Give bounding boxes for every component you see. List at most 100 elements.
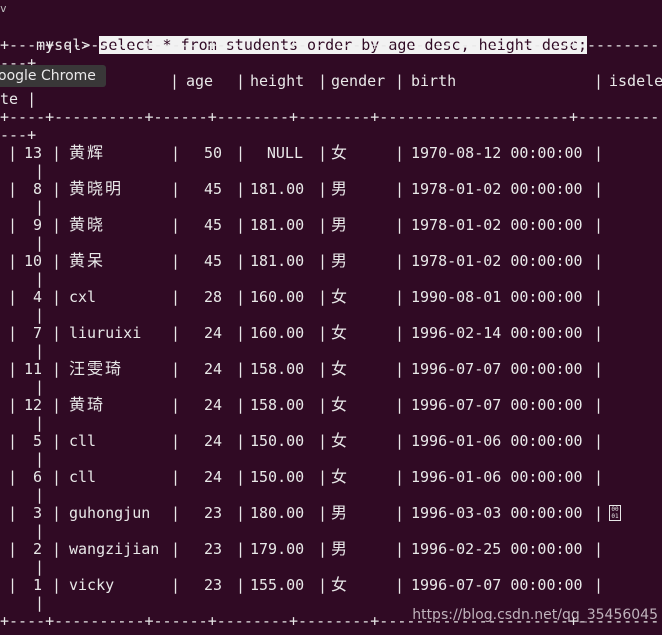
table-pipe: | xyxy=(395,540,405,558)
cell-name: guhongjun xyxy=(69,504,151,522)
cell-height: 155.00 xyxy=(250,576,305,594)
terminal-window[interactable]: v mysql> select * from students order by… xyxy=(0,0,662,635)
table-pipe-wrap: | xyxy=(35,594,45,612)
table-pipe: | xyxy=(8,468,18,486)
table-pipe: | xyxy=(594,432,604,450)
table-pipe-wrap: | xyxy=(35,234,45,252)
cell-height: 150.00 xyxy=(250,468,305,486)
cell-id: 12 xyxy=(23,396,42,414)
cell-birth: 1978-01-02 00:00:00 xyxy=(411,216,583,234)
table-pipe: | xyxy=(170,72,180,90)
table-pipe: | xyxy=(395,432,405,450)
cell-age: 24 xyxy=(203,360,222,378)
table-pipe: | xyxy=(594,468,604,486)
cell-gender: 女 xyxy=(331,467,350,486)
cell-gender: 男 xyxy=(331,539,350,558)
cell-gender: 女 xyxy=(331,575,350,594)
table-pipe: | xyxy=(171,324,181,342)
cell-age: 24 xyxy=(203,396,222,414)
cell-height: 181.00 xyxy=(250,216,305,234)
table-pipe: | xyxy=(236,180,246,198)
prompt-line: mysql> select * from students order by a… xyxy=(0,18,588,54)
table-pipe: | xyxy=(395,324,405,342)
cell-id: 5 xyxy=(32,432,42,450)
table-pipe: | xyxy=(8,288,18,306)
cell-birth: 1996-07-07 00:00:00 xyxy=(411,576,583,594)
table-pipe: | xyxy=(395,180,405,198)
cell-id: 7 xyxy=(32,324,42,342)
table-pipe: | xyxy=(236,144,246,162)
table-pipe: | xyxy=(52,468,62,486)
table-pipe: | xyxy=(395,288,405,306)
cell-name: 汪雯琦 xyxy=(69,359,124,378)
table-pipe: | xyxy=(236,576,246,594)
table-pipe: | xyxy=(594,288,604,306)
table-pipe: | xyxy=(318,468,328,486)
cell-name: wangzijian xyxy=(69,540,160,558)
table-pipe: | xyxy=(171,576,181,594)
table-pipe: | xyxy=(395,396,405,414)
table-pipe: | xyxy=(8,252,18,270)
table-pipe-wrap: | xyxy=(35,270,45,288)
table-pipe: | xyxy=(594,252,604,270)
cell-birth: 1996-07-07 00:00:00 xyxy=(411,396,583,414)
table-pipe: | xyxy=(318,324,328,342)
cell-birth: 1996-02-14 00:00:00 xyxy=(411,324,583,342)
cell-age: 45 xyxy=(203,252,222,270)
cell-name: 黄琦 xyxy=(69,395,106,414)
table-pipe: | xyxy=(318,432,328,450)
cell-id: 9 xyxy=(32,216,42,234)
cell-gender: 男 xyxy=(331,503,350,522)
table-pipe: | xyxy=(52,252,62,270)
cell-id: 8 xyxy=(32,180,42,198)
cell-age: 23 xyxy=(203,540,222,558)
table-pipe: | xyxy=(395,504,405,522)
cell-name: 黄呆 xyxy=(69,251,106,270)
table-pipe: | xyxy=(594,72,604,90)
cell-id: 11 xyxy=(23,360,42,378)
edge-mark: v xyxy=(0,2,7,15)
table-pipe: | xyxy=(171,288,181,306)
table-pipe: | xyxy=(395,216,405,234)
table-pipe: | xyxy=(594,540,604,558)
table-pipe: | xyxy=(171,252,181,270)
table-pipe-wrap: | xyxy=(35,414,45,432)
table-pipe: | xyxy=(52,360,62,378)
table-pipe: | xyxy=(594,180,604,198)
table-pipe-wrap: | xyxy=(35,342,45,360)
cell-gender: 女 xyxy=(331,323,350,342)
table-pipe: | xyxy=(395,144,405,162)
table-pipe: | xyxy=(318,504,328,522)
table-pipe: | xyxy=(594,144,604,162)
table-pipe: | xyxy=(52,324,62,342)
cell-age: 23 xyxy=(203,576,222,594)
cell-id: 3 xyxy=(32,504,42,522)
table-pipe: | xyxy=(8,216,18,234)
table-pipe-wrap: | xyxy=(35,486,45,504)
cell-height: 160.00 xyxy=(250,288,305,306)
table-pipe: | xyxy=(171,216,181,234)
cell-id: 1 xyxy=(32,576,42,594)
table-pipe: | xyxy=(395,468,405,486)
cell-birth: 1990-08-01 00:00:00 xyxy=(411,288,583,306)
table-pipe: | xyxy=(171,360,181,378)
cell-birth: 1996-03-03 00:00:00 xyxy=(411,504,583,522)
cell-name: 黄晓 xyxy=(69,215,106,234)
table-pipe: | xyxy=(318,288,328,306)
cell-id: 13 xyxy=(23,144,42,162)
cell-birth: 1996-02-25 00:00:00 xyxy=(411,540,583,558)
cell-id: 4 xyxy=(32,288,42,306)
table-pipe: | xyxy=(236,72,246,90)
table-pipe: | xyxy=(236,468,246,486)
cell-isdelete-glyph: 00 01 xyxy=(609,505,621,521)
table-pipe: | xyxy=(52,216,62,234)
table-pipe-wrap: | xyxy=(35,162,45,180)
table-pipe: | xyxy=(236,432,246,450)
cell-gender: 女 xyxy=(331,287,350,306)
cell-height: 179.00 xyxy=(250,540,305,558)
cell-name: 黄晓明 xyxy=(69,179,124,198)
table-pipe: | xyxy=(8,576,18,594)
cell-name: 黄辉 xyxy=(69,143,106,162)
cell-gender: 女 xyxy=(331,431,350,450)
cell-height: 158.00 xyxy=(250,396,305,414)
